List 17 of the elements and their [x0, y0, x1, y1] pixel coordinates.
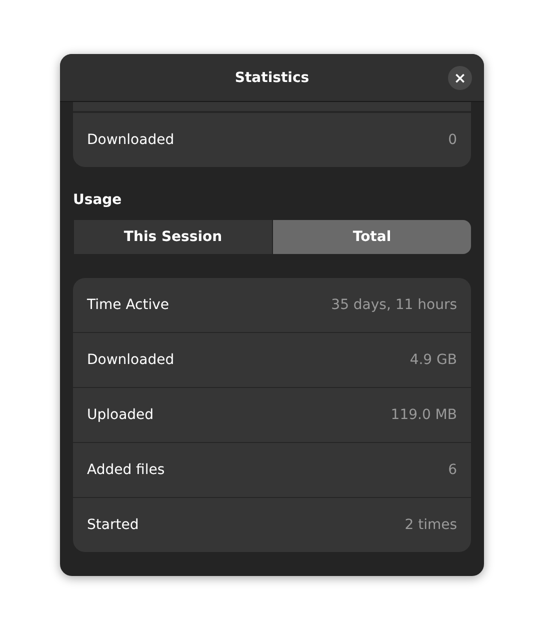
stat-value: 35 days, 11 hours	[331, 297, 457, 313]
stat-label: Downloaded	[87, 352, 174, 368]
stat-value: 4.9 GB	[410, 352, 457, 368]
close-button[interactable]: ×	[448, 66, 472, 90]
toggle-tab[interactable]: This Session	[73, 220, 272, 254]
stat-label: Uploaded	[87, 407, 154, 423]
stat-label: Time Active	[87, 297, 170, 313]
window-title: Statistics	[234, 70, 310, 86]
section-heading: Usage	[73, 192, 123, 208]
stat-label: Downloaded	[87, 132, 174, 148]
stat-value: 2 times	[404, 517, 457, 533]
stat-value: 6	[448, 462, 457, 478]
stat-label: Started	[87, 517, 139, 533]
stat-value: 119.0 MB	[390, 407, 457, 423]
toggle-tab[interactable]: Total	[272, 220, 471, 254]
stat-value: 0	[448, 132, 457, 148]
stat-label: Added files	[87, 462, 165, 478]
